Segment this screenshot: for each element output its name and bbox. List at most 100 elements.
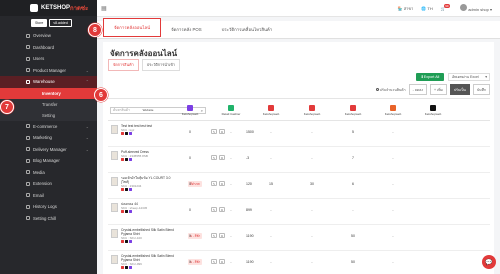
sidebar-item-blog-manager[interactable]: Blog Manager [0, 155, 97, 167]
channel-stock[interactable]: - [266, 130, 276, 134]
export-all-button[interactable]: ⬇ Export All [416, 73, 444, 81]
cart-icon[interactable]: 🛒99 [441, 3, 452, 11]
channel-stock[interactable]: 30 [307, 182, 317, 186]
history-icon[interactable]: ⧉ [219, 155, 225, 160]
adjust-radio[interactable]: ปรับจำนวนสินค้า [375, 87, 406, 93]
column-header[interactable]: Ketshopweb [338, 99, 368, 121]
column-header[interactable]: Ketshopweb [297, 99, 327, 121]
edit-icon[interactable]: ✎ [211, 129, 217, 134]
edit-icon[interactable]: ✎ [211, 233, 217, 238]
channel-stock[interactable]: - [266, 156, 276, 160]
column-header[interactable]: Ketshopweb [378, 99, 408, 121]
channel-stock[interactable]: - [226, 260, 236, 264]
channel-stock[interactable]: 50 [348, 234, 358, 238]
channel-stock[interactable]: - [388, 182, 398, 186]
channel-stock[interactable]: 0 [185, 130, 195, 134]
edit-icon[interactable]: ✎ [211, 259, 217, 264]
channel-stock[interactable]: - [266, 234, 276, 238]
channel-stock[interactable]: 0 [185, 156, 195, 160]
sidebar-item-users[interactable]: Users [0, 53, 97, 65]
save-button[interactable]: บันทึก [472, 84, 490, 95]
channel-stock[interactable]: 6 [348, 182, 358, 186]
channel-stock[interactable]: 0 [185, 208, 195, 212]
set-to-button[interactable]: ปรับเป็น [449, 84, 470, 95]
sidebar-item-setting-chill[interactable]: Setting Chill [0, 213, 97, 225]
website-stock[interactable]: 120 [246, 182, 252, 186]
column-header[interactable]: Ketshopweb [256, 99, 286, 121]
subtab-import-history[interactable]: ประวัติการนำเข้า [141, 59, 181, 71]
user-menu[interactable]: admin shop ▾ [460, 4, 492, 12]
edit-icon[interactable]: ✎ [211, 155, 217, 160]
channel-stock[interactable]: - [307, 156, 317, 160]
history-icon[interactable]: ⧉ [219, 181, 225, 186]
channel-stock[interactable]: 5 [348, 130, 358, 134]
channel-stock[interactable]: - [388, 130, 398, 134]
history-icon[interactable]: ⧉ [219, 207, 225, 212]
column-header[interactable]: Retail Cashier [216, 99, 246, 121]
website-stock[interactable]: 1190 [246, 234, 254, 238]
history-icon[interactable]: ⧉ [219, 233, 225, 238]
sidebar-item-overview[interactable]: Overview [0, 30, 97, 42]
channel-stock[interactable]: 50 [348, 260, 358, 264]
channel-stock[interactable]: 0 [185, 234, 195, 238]
sidebar-item-warehouse[interactable]: Warehouse ⌃ [0, 76, 97, 88]
channel-stock[interactable]: - [226, 130, 236, 134]
sidebar-sub-inventory[interactable]: Inventory [0, 87, 97, 99]
sidebar-sub-setting[interactable]: Setting [0, 109, 97, 121]
channel-stock[interactable]: - [266, 208, 276, 212]
website-stock[interactable]: 1500 [246, 130, 254, 134]
sidebar-item-marketing[interactable]: Marketing ⌄ [0, 132, 97, 144]
channel-stock[interactable]: - [388, 156, 398, 160]
decrease-button[interactable]: - ลดลง [408, 84, 427, 95]
channel-stock[interactable]: - [266, 260, 276, 264]
increase-button[interactable]: + เพิ่ม [429, 84, 447, 95]
channel-stock[interactable]: - [307, 208, 317, 212]
channel-stock[interactable]: 0 [185, 182, 195, 186]
channel-stock[interactable]: - [226, 234, 236, 238]
sidebar-item-email[interactable]: Email [0, 190, 97, 202]
channel-stock[interactable]: 7 [348, 156, 358, 160]
product-name[interactable]: รองเท้าผ้าใบหุ้มข้อ YL COURT 3.0 (ไซส์) [121, 176, 176, 184]
product-name[interactable]: Crystal-embellished Silk Satin Blend Pyj… [121, 228, 176, 236]
channel-stock[interactable]: - [307, 260, 317, 264]
website-stock[interactable]: -3 [246, 156, 249, 160]
column-header[interactable]: Ketshopweb [418, 99, 448, 121]
language-button[interactable]: 🌐 TH [421, 6, 432, 11]
sidebar-item-extension[interactable]: Extension [0, 178, 97, 190]
edit-icon[interactable]: ✎ [211, 181, 217, 186]
sidebar-item-dashboard[interactable]: Dashboard [0, 42, 97, 54]
channel-stock[interactable]: - [226, 156, 236, 160]
sidebar-item-history-logs[interactable]: History Logs [0, 201, 97, 213]
channel-stock[interactable]: - [226, 208, 236, 212]
sidebar-item-delivery-manager[interactable]: Delivery Manager ⌄ [0, 144, 97, 156]
excel-update-select[interactable]: อัพเดทผ่าน Excel ▾ [448, 73, 490, 81]
column-header[interactable]: Ketshopweb [175, 99, 205, 121]
tab-online-stock[interactable]: จัดการคลังออนไลน์ [103, 18, 162, 37]
channel-stock[interactable]: - [388, 208, 398, 212]
channel-stock[interactable]: - [307, 130, 317, 134]
sidebar-sub-transfer[interactable]: Transfer [0, 98, 97, 110]
channel-stock[interactable]: 15 [266, 182, 276, 186]
product-name[interactable]: Crystal-embellished Silk Satin Blend Pyj… [121, 254, 176, 262]
sidebar-item-e-commerce[interactable]: E-commerce ⌄ [0, 121, 97, 133]
history-icon[interactable]: ⧉ [219, 259, 225, 264]
sidebar-item-media[interactable]: Media [0, 167, 97, 179]
grid-icon[interactable]: ▦ [101, 5, 107, 12]
channel-stock[interactable]: - [388, 260, 398, 264]
subtab-manage-products[interactable]: จัดการสินค้า [108, 59, 139, 71]
tab-pos-stock[interactable]: จัดการคลัง POS [161, 26, 212, 38]
channel-stock[interactable]: - [307, 234, 317, 238]
channel-stock[interactable]: - [226, 182, 236, 186]
sidebar-item-product-manager[interactable]: Product Manager ⌄ [0, 65, 97, 77]
edit-icon[interactable]: ✎ [211, 207, 217, 212]
tab-movement-history[interactable]: ประวัติการเคลื่อนไหวสินค้า [212, 26, 283, 38]
website-stock[interactable]: 1190 [246, 260, 254, 264]
history-icon[interactable]: ⧉ [219, 129, 225, 134]
channel-stock[interactable]: - [348, 208, 358, 212]
channel-stock[interactable]: 0 [185, 260, 195, 264]
channel-stock[interactable]: - [388, 234, 398, 238]
branch-button[interactable]: 🏪 สาขา [398, 5, 414, 12]
website-stock[interactable]: 899 [246, 208, 252, 212]
logo[interactable]: KETSHOP กาดซ่ะ [0, 0, 97, 16]
column-header[interactable]: Website [133, 99, 163, 121]
